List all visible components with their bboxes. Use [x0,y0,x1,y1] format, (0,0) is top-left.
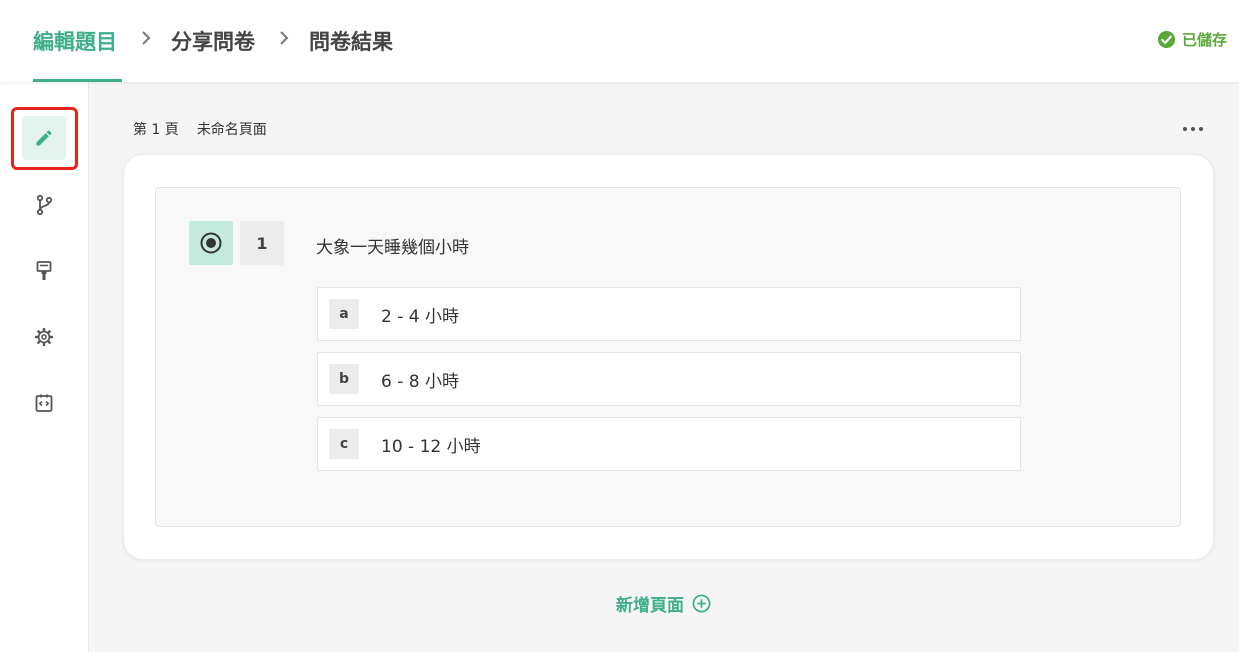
option-c[interactable]: c 10 - 12 小時 [317,417,1021,471]
page-number: 第 1 頁 [133,122,179,138]
breadcrumb-edit-questions[interactable]: 編輯題目 [33,26,117,56]
question-type-badge[interactable] [189,221,233,265]
sidebar-item-theme[interactable] [22,249,66,293]
paint-roller-icon [36,261,52,280]
question-number: 1 [240,221,284,265]
option-text[interactable]: 2 - 4 小時 [381,302,459,327]
sidebar-item-logic[interactable] [22,183,66,227]
option-key: b [329,364,359,394]
question-title[interactable]: 大象一天睡幾個小時 [316,233,469,258]
saved-status: 已儲存 [1157,29,1227,50]
add-page-button[interactable]: 新增頁面 [616,591,711,616]
option-text[interactable]: 6 - 8 小時 [381,367,459,392]
check-circle-icon [1157,30,1176,49]
sidebar-item-embed[interactable] [22,381,66,425]
option-key: a [329,299,359,329]
option-key: c [329,429,359,459]
add-page-label: 新增頁面 [616,596,684,616]
breadcrumb-survey-results[interactable]: 問卷結果 [309,26,393,56]
code-icon [35,394,53,412]
active-item-highlight [11,107,78,170]
active-tab-underline [33,79,122,82]
page-header: 第 1 頁 未命名頁面 [133,119,267,139]
breadcrumb-share-survey[interactable]: 分享問卷 [171,26,255,56]
chevron-right-icon [280,31,289,45]
top-bar: 編輯題目 分享問卷 問卷結果 已儲存 [0,0,1239,82]
saved-status-label: 已儲存 [1181,31,1227,49]
option-a[interactable]: a 2 - 4 小時 [317,287,1021,341]
more-options-icon[interactable] [1182,126,1204,132]
branch-icon [36,194,53,216]
option-text[interactable]: 10 - 12 小時 [381,432,481,457]
option-b[interactable]: b 6 - 8 小時 [317,352,1021,406]
radio-icon [200,232,222,254]
sidebar-item-settings[interactable] [22,315,66,359]
plus-circle-icon [692,594,711,613]
page-name[interactable]: 未命名頁面 [197,122,267,138]
chevron-right-icon [142,31,151,45]
gear-icon [34,327,54,347]
